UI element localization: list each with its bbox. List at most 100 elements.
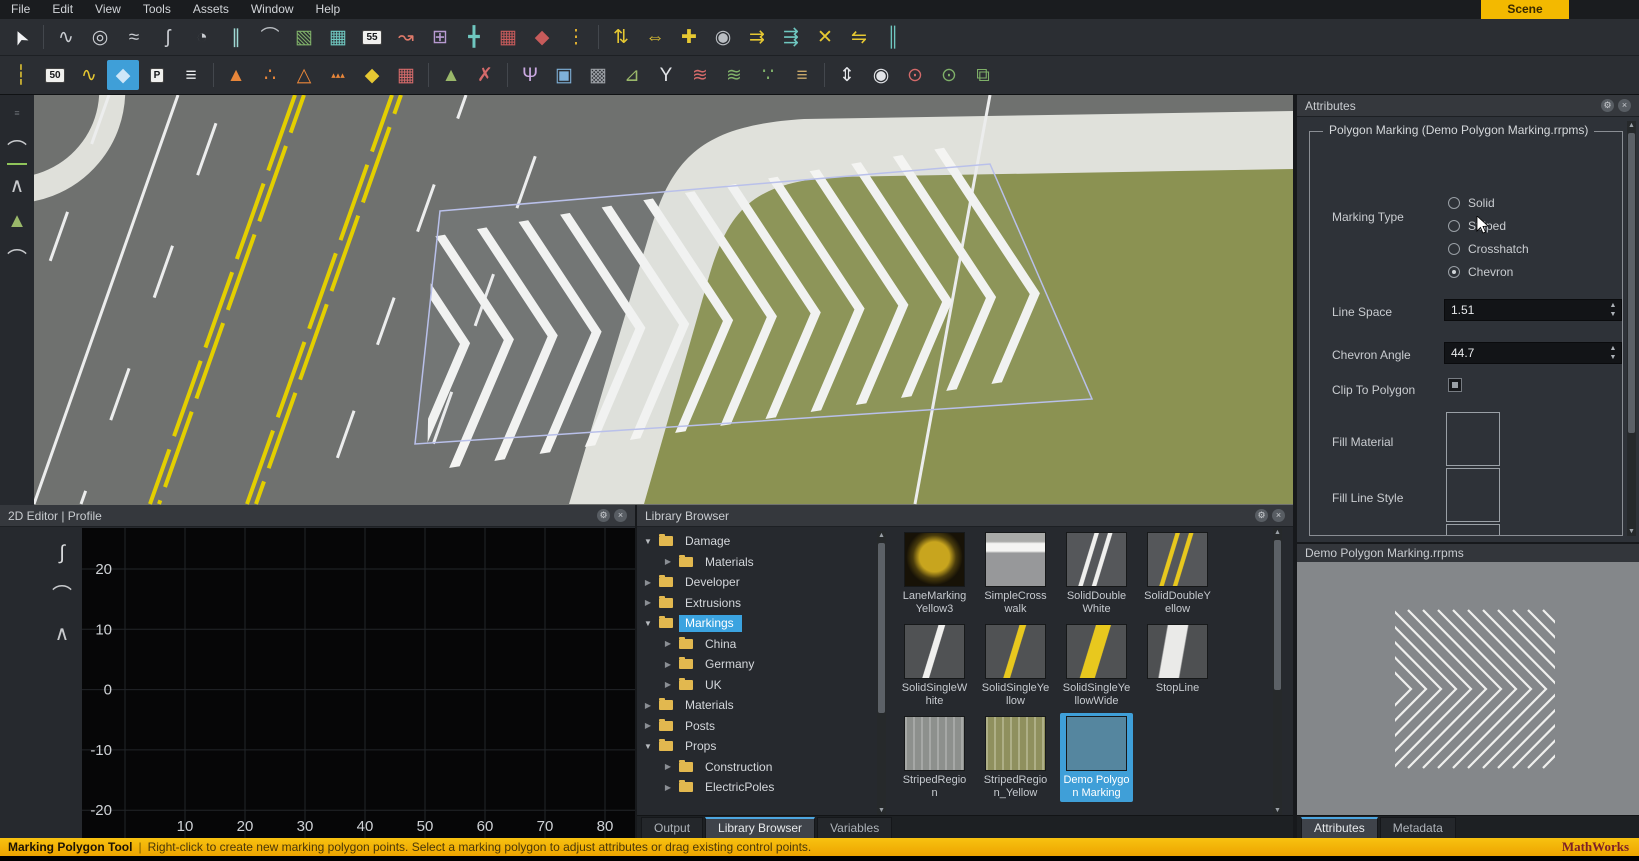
profile-curve-tool-button[interactable]: ∫: [44, 533, 80, 573]
tree-item-germany[interactable]: ▶Germany: [637, 654, 877, 674]
marking-type-option-solid[interactable]: Solid: [1448, 196, 1495, 210]
editor-2d-header[interactable]: 2D Editor | Profile ⚙ ×: [0, 505, 635, 527]
chevron-marking-polygon[interactable]: [415, 164, 1092, 444]
profile-arc-tool-button[interactable]: ⌒: [0, 131, 34, 167]
marking-speed-tool-button[interactable]: 50: [39, 60, 71, 90]
junction-curve-tool-button[interactable]: ◆: [526, 22, 558, 52]
lane-width-tool-button[interactable]: ⇔: [639, 22, 671, 52]
map-tool-button[interactable]: ▣: [548, 60, 580, 90]
library-item-solidsinglewhite[interactable]: SolidSingleWhite: [898, 621, 971, 710]
aerial-image-tool-button[interactable]: ▩: [582, 60, 614, 90]
chevron-right-icon[interactable]: ▶: [643, 578, 653, 587]
cone-tool-button[interactable]: ▲: [220, 60, 252, 90]
traffic-signal-tool-button[interactable]: ⋮: [560, 22, 592, 52]
chevron-right-icon[interactable]: ▶: [663, 762, 673, 771]
tab-variables[interactable]: Variables: [817, 817, 892, 838]
panel-settings-icon[interactable]: ⚙: [597, 509, 610, 522]
chevron-down-icon[interactable]: ▼: [643, 742, 653, 751]
road-plan-tool-button[interactable]: ▦: [322, 22, 354, 52]
marking-type-option-chevron[interactable]: Chevron: [1448, 265, 1513, 279]
roundabout-tool-button[interactable]: ◎: [84, 22, 116, 52]
marking-curve-tool-button[interactable]: ∿: [73, 60, 105, 90]
graph-edit-tool-button[interactable]: Y: [650, 60, 682, 90]
anchor-tool-button[interactable]: Ψ: [514, 60, 546, 90]
terrain-tool-button[interactable]: ▲: [435, 60, 467, 90]
preview-tab-attributes[interactable]: Attributes: [1301, 817, 1378, 838]
chevron-down-icon[interactable]: ▼: [643, 537, 653, 546]
junction-grid-tool-button[interactable]: ▦: [492, 22, 524, 52]
lane-curve-tool-button[interactable]: ↝: [390, 22, 422, 52]
spinner-arrows-icon[interactable]: ▲▼: [1608, 301, 1618, 319]
tree-item-developer[interactable]: ▶Developer: [637, 572, 877, 592]
radio-icon[interactable]: [1448, 243, 1460, 255]
tree-item-materials[interactable]: ▶Materials: [637, 695, 877, 715]
chevron-right-icon[interactable]: ▶: [663, 557, 673, 566]
menu-help[interactable]: Help: [305, 0, 352, 19]
points-layer-tool-button[interactable]: ∵: [752, 60, 784, 90]
panel-settings-icon[interactable]: ⚙: [1255, 509, 1268, 522]
cone-group-tool-button[interactable]: ∴: [254, 60, 286, 90]
clip-to-polygon-checkbox[interactable]: [1448, 378, 1462, 392]
radio-icon[interactable]: [1448, 197, 1460, 209]
repair-tool-button[interactable]: ✗: [469, 60, 501, 90]
profile-peak-tool-button[interactable]: ∧: [44, 613, 80, 653]
menu-edit[interactable]: Edit: [41, 0, 84, 19]
profile-chart[interactable]: 20100-10-201020304050607080: [82, 528, 635, 838]
library-item-lanemarkingyellow3[interactable]: LaneMarkingYellow3: [898, 529, 971, 618]
library-item-stripedregion[interactable]: StripedRegion: [898, 713, 971, 802]
lane-cross-tool-button[interactable]: ✕: [809, 22, 841, 52]
road-ramp-tool-button[interactable]: ʃ: [152, 22, 184, 52]
tree-item-extrusions[interactable]: ▶Extrusions: [637, 593, 877, 613]
radio-icon[interactable]: [1448, 220, 1460, 232]
library-item-stopline[interactable]: StopLine: [1141, 621, 1214, 697]
speed-limit-sign-tool-button[interactable]: 55: [356, 22, 388, 52]
intersection-tool-button[interactable]: ╋: [458, 22, 490, 52]
grid-scrollbar[interactable]: ▲ ▼: [1273, 528, 1282, 815]
panel-close-icon[interactable]: ×: [1618, 99, 1631, 112]
terrain-flatten-tool-button[interactable]: ▲: [0, 203, 34, 239]
library-item-solidsingleyellow[interactable]: SolidSingleYellow: [979, 621, 1052, 710]
tree-item-electricpoles[interactable]: ▶ElectricPoles: [637, 777, 877, 797]
library-browser-header[interactable]: Library Browser ⚙ ×: [637, 505, 1293, 527]
parking-tool-button[interactable]: P: [141, 60, 173, 90]
menu-assets[interactable]: Assets: [182, 0, 240, 19]
lane-graph-tool-button[interactable]: ⊞: [424, 22, 456, 52]
tree-item-posts[interactable]: ▶Posts: [637, 716, 877, 736]
camera-tool-button[interactable]: ◉: [865, 60, 897, 90]
tree-item-props[interactable]: ▼Props: [637, 736, 877, 756]
tab-output[interactable]: Output: [641, 817, 703, 838]
lane-divider-tool-button[interactable]: ║: [877, 22, 909, 52]
profile-arc-tool-button[interactable]: ⌒: [44, 573, 80, 613]
elevation-tool-button[interactable]: ⊿: [616, 60, 648, 90]
menu-window[interactable]: Window: [240, 0, 305, 19]
menu-file[interactable]: File: [0, 0, 41, 19]
lane-tool-button[interactable]: ⇅: [605, 22, 637, 52]
sign-tool-button[interactable]: ◆: [356, 60, 388, 90]
road-preview-tool-button[interactable]: ⊙: [899, 60, 931, 90]
chevron-right-icon[interactable]: ▶: [643, 721, 653, 730]
highway-tool-button[interactable]: ∥: [220, 22, 252, 52]
cone-region-tool-button[interactable]: △: [288, 60, 320, 90]
tree-item-materials[interactable]: ▶Materials: [637, 552, 877, 572]
terrain-road-tool-button[interactable]: ▧: [288, 22, 320, 52]
panel-close-icon[interactable]: ×: [614, 509, 627, 522]
attributes-panel-header[interactable]: Attributes ⚙ ×: [1297, 95, 1639, 117]
road-curve-tool-button[interactable]: ∿: [50, 22, 82, 52]
chevron-down-icon[interactable]: ▼: [643, 619, 653, 628]
scene-viewport[interactable]: [34, 95, 1293, 505]
library-item-demo-polygon-marking[interactable]: Demo Polygon Marking: [1060, 713, 1133, 802]
chevron-right-icon[interactable]: ▶: [663, 680, 673, 689]
road-squiggle-tool-button[interactable]: ≈: [118, 22, 150, 52]
layers-stack-tool-button[interactable]: ≡: [786, 60, 818, 90]
copy-tool-button[interactable]: ⧉: [967, 60, 999, 90]
chevron-right-icon[interactable]: ▶: [663, 783, 673, 792]
library-item-simplecrosswalk[interactable]: SimpleCrosswalk: [979, 529, 1052, 618]
library-item-stripedregion-yellow[interactable]: StripedRegion_Yellow: [979, 713, 1052, 802]
menu-tools[interactable]: Tools: [132, 0, 182, 19]
tree-item-uk[interactable]: ▶UK: [637, 675, 877, 695]
fill-line-style-box[interactable]: [1446, 468, 1500, 522]
library-item-soliddoublewhite[interactable]: SolidDoubleWhite: [1060, 529, 1133, 618]
scene-button[interactable]: Scene: [1481, 0, 1569, 19]
panel-close-icon[interactable]: ×: [1272, 509, 1285, 522]
chevron-right-icon[interactable]: ▶: [663, 660, 673, 669]
